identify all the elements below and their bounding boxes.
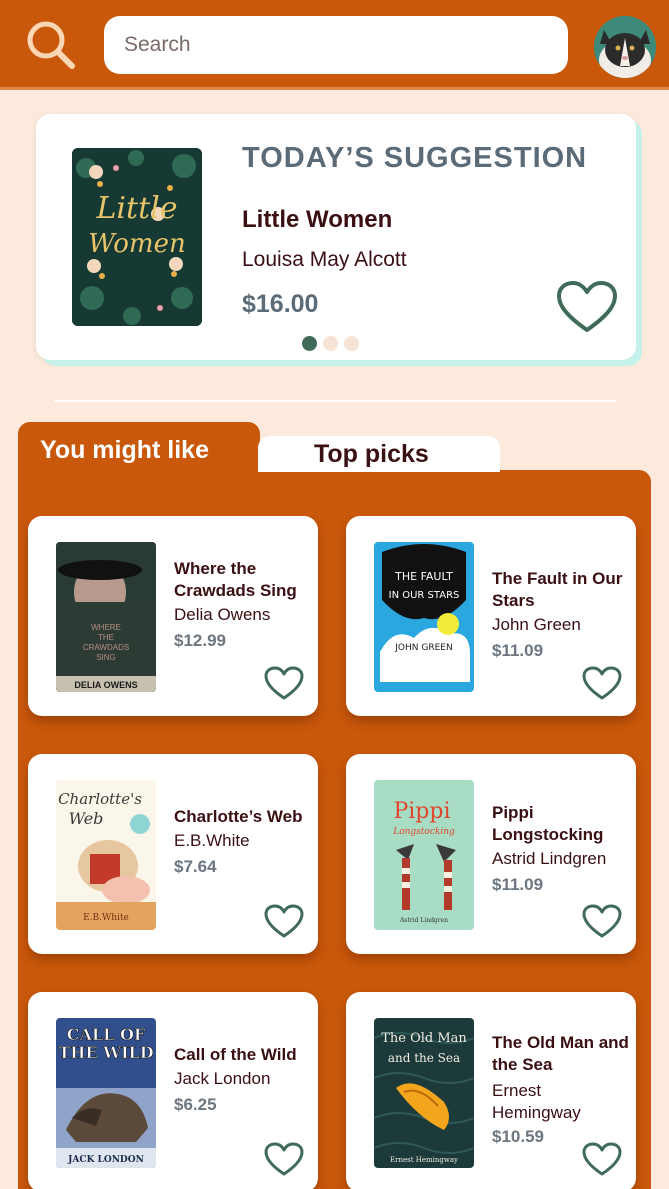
tab-label: Top picks [314,440,429,468]
book-card[interactable]: THE FAULT IN OUR STARS JOHN GREEN The Fa… [346,516,636,716]
cover-text: and the Sea [388,1051,460,1065]
cover-text: Web [69,809,104,828]
book-card[interactable]: WHERE THE CRAWDADS SING DELIA OWENS Wher… [28,516,318,716]
book-cover[interactable]: THE FAULT IN OUR STARS JOHN GREEN [374,542,474,692]
book-title: Where the Crawdads Sing [174,559,297,600]
cover-author: Astrid Lindgren [399,917,448,924]
book-title: The Fault in Our Stars [492,569,623,610]
book-title: Charlotte’s Web [174,807,303,826]
book-info: The Old Man and the Sea Ernest Hemingway… [492,1032,634,1150]
book-cover[interactable]: The Old Man and the Sea Ernest Hemingway [374,1018,474,1168]
search-icon[interactable] [24,18,80,74]
carousel-dot-1[interactable] [302,336,317,351]
suggestion-heading: TODAY’S SUGGESTION [242,142,588,174]
cover-author: Ernest Hemingway [390,1156,458,1164]
suggestion-price: $16.00 [242,290,319,318]
book-title: Call of the Wild [174,1045,297,1064]
book-cover[interactable]: WHERE THE CRAWDADS SING DELIA OWENS [56,542,156,692]
book-author: Delia Owens [174,605,271,624]
top-bar [0,0,669,90]
book-cover[interactable]: CALL OF THE WILD JACK LONDON [56,1018,156,1168]
cover-text: THE [98,633,114,642]
user-avatar[interactable] [594,16,656,78]
book-price: $6.25 [174,1095,217,1114]
heart-icon[interactable] [556,280,618,336]
carousel-dot-3[interactable] [344,336,359,351]
cover-text: CRAWDADS [83,643,129,652]
heart-icon[interactable] [264,904,304,940]
heart-icon[interactable] [582,904,622,940]
cover-text: SING [96,653,116,662]
book-author: Ernest Hemingway [492,1081,581,1122]
cover-text: The Old Man [381,1031,467,1046]
heart-icon[interactable] [264,1142,304,1178]
book-cover[interactable]: Charlotte's Web E.B.White [56,780,156,930]
cover-author: DELIA OWENS [74,680,137,690]
suggestion-title: Little Women [242,206,393,233]
heart-icon[interactable] [582,666,622,702]
cover-author: JACK LONDON [67,1155,144,1165]
book-card[interactable]: The Old Man and the Sea Ernest Hemingway… [346,992,636,1189]
cover-text: Charlotte's [58,790,142,808]
book-cover[interactable]: Pippi Longstocking Astrid Lindgren [374,780,474,930]
book-price: $11.09 [492,641,544,660]
book-info: Charlotte’s Web E.B.White $7.64 [174,806,316,880]
cover-text: THE FAULT [394,570,453,583]
heart-icon[interactable] [264,666,304,702]
tab-label: You might like [40,436,209,464]
book-title: Pippi Longstocking [492,803,604,844]
book-price: $12.99 [174,631,226,650]
cover-text: WHERE [91,623,121,632]
suggestion-card[interactable]: Little Women TODAY’S SUGGESTION Little W… [36,114,636,360]
tab-you-might-like[interactable]: You might like [18,422,260,474]
cover-text: Pippi [393,799,450,824]
cover-title-line-2: Women [88,229,185,259]
book-title: The Old Man and the Sea [492,1033,629,1074]
suggestion-author: Louisa May Alcott [242,248,407,271]
book-price: $11.09 [492,875,544,894]
book-author: Astrid Lindgren [492,849,607,868]
search-input[interactable] [104,16,568,74]
carousel-dots [302,336,359,351]
cover-text: THE WILD [58,1043,153,1062]
section-divider [54,400,616,402]
cover-text: Longstocking [392,827,455,837]
cover-title-line-1: Little [96,191,178,226]
cover-author: JOHN GREEN [394,643,452,653]
book-info: The Fault in Our Stars John Green $11.09 [492,568,634,664]
book-card[interactable]: Pippi Longstocking Astrid Lindgren Pippi… [346,754,636,954]
suggestion-book-cover[interactable]: Little Women [72,148,202,326]
carousel-dot-2[interactable] [323,336,338,351]
cover-text: CALL OF [67,1025,146,1044]
book-author: John Green [492,615,581,634]
book-info: Where the Crawdads Sing Delia Owens $12.… [174,558,316,654]
book-card[interactable]: CALL OF THE WILD JACK LONDON Call of the… [28,992,318,1189]
book-price: $7.64 [174,857,217,876]
book-author: E.B.White [174,831,250,850]
book-info: Pippi Longstocking Astrid Lindgren $11.0… [492,802,634,898]
tab-top-picks[interactable]: Top picks [258,436,500,472]
heart-icon[interactable] [582,1142,622,1178]
book-info: Call of the Wild Jack London $6.25 [174,1044,316,1118]
book-author: Jack London [174,1069,271,1088]
book-card[interactable]: Charlotte's Web E.B.White Charlotte’s We… [28,754,318,954]
cover-text: IN OUR STARS [389,590,460,601]
cover-author: E.B.White [83,913,129,923]
